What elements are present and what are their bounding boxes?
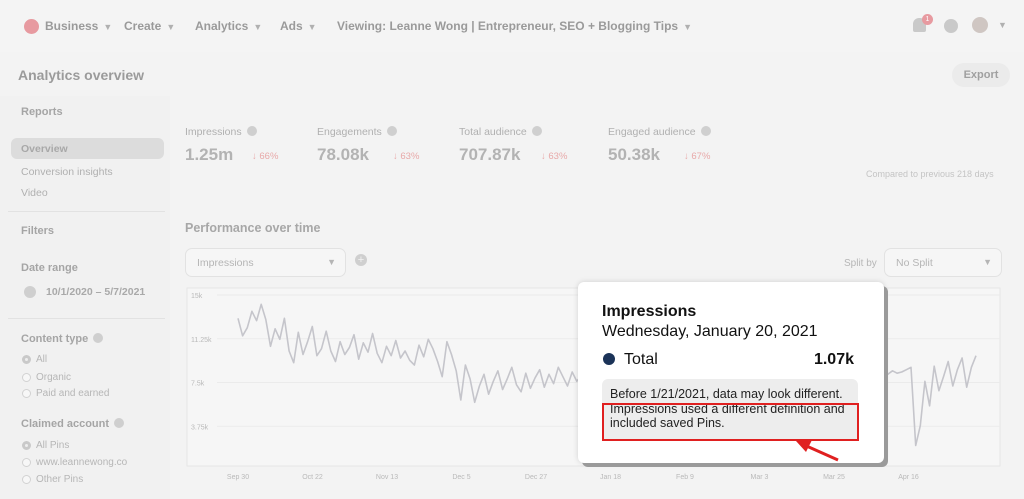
annotation-arrow <box>796 440 839 462</box>
